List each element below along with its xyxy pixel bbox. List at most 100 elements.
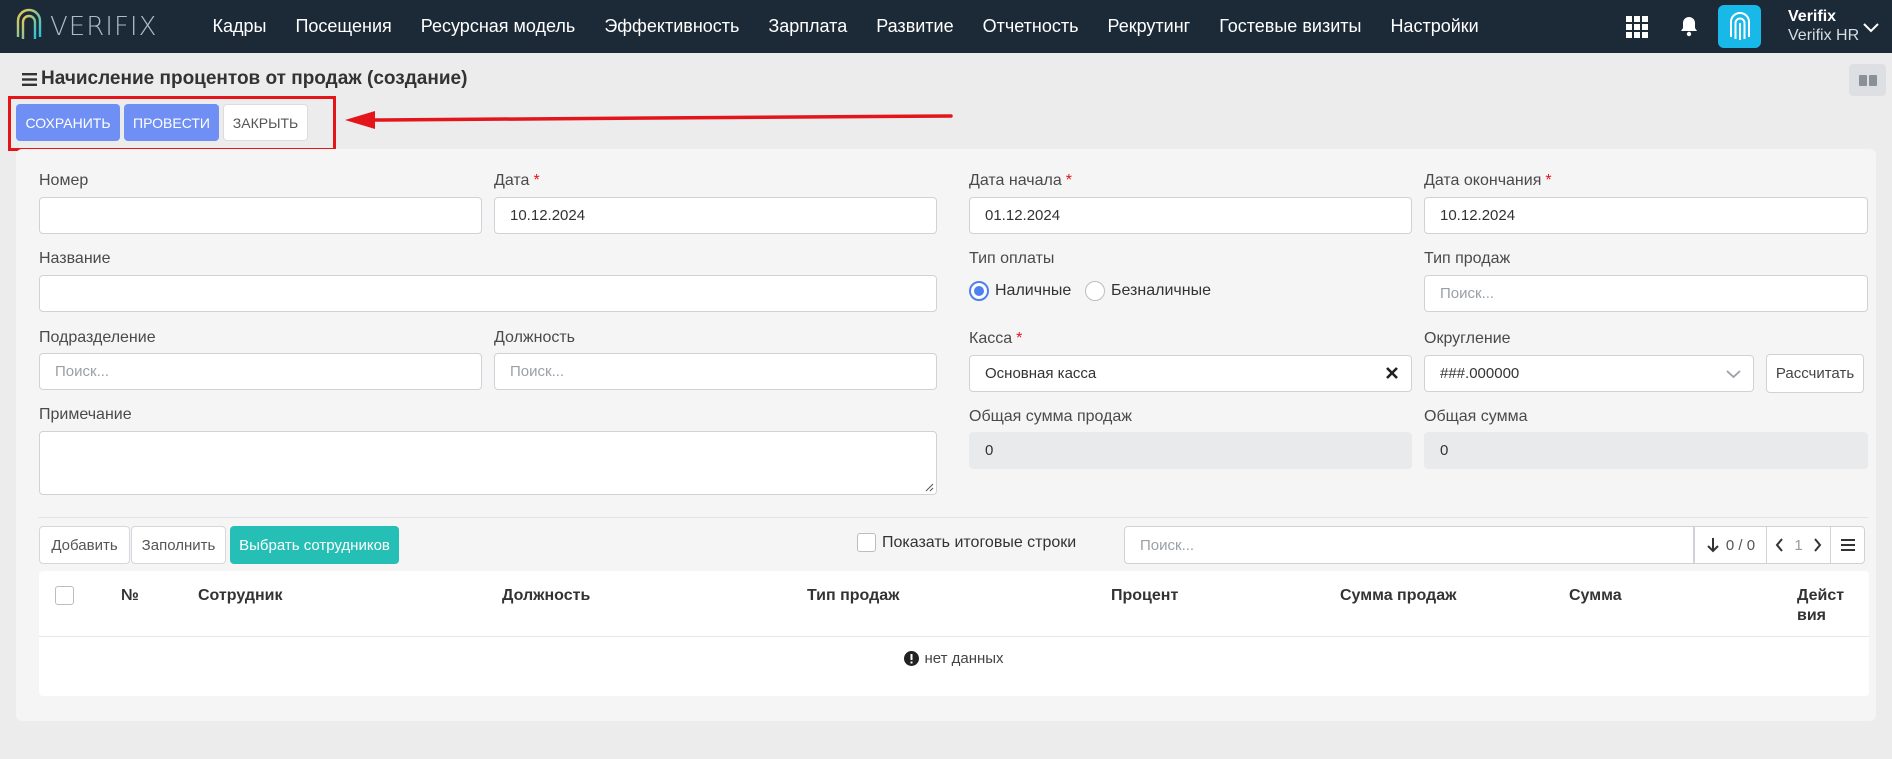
radio-cashless[interactable] — [1085, 281, 1105, 301]
date-end-input[interactable]: 10.12.2024 — [1424, 197, 1868, 234]
number-input[interactable] — [39, 197, 482, 234]
nav-item-resource-model[interactable]: Ресурсная модель — [406, 0, 590, 53]
radio-cash-label[interactable]: Наличные — [995, 282, 1071, 300]
total-sales-label: Общая сумма продаж — [969, 408, 1132, 425]
user-company: Verifix HR — [1788, 27, 1860, 44]
sales-type-input[interactable]: Поиск... — [1424, 275, 1868, 312]
nav-item-settings[interactable]: Настройки — [1376, 0, 1493, 53]
empty-state-text: нет данных — [924, 650, 1004, 667]
number-label: Номер — [39, 172, 89, 189]
note-label: Примечание — [39, 406, 132, 423]
radio-cash[interactable] — [969, 281, 989, 301]
nav-item-reports[interactable]: Отчетность — [968, 0, 1093, 53]
nav-item-development[interactable]: Развитие — [862, 0, 968, 53]
total-sales-value: 0 — [969, 432, 1412, 469]
grid-pager: 0 / 0 1 — [1694, 526, 1865, 564]
cashbox-label: Касса * — [969, 330, 1023, 347]
rounding-label: Округление — [1424, 330, 1511, 347]
name-input[interactable] — [39, 275, 937, 312]
close-button[interactable]: ЗАКРЫТЬ — [223, 104, 308, 141]
grid-search-input[interactable]: Поиск... — [1124, 526, 1694, 564]
logo[interactable]: VERIFIX — [14, 7, 174, 47]
post-button[interactable]: ПРОВЕСТИ — [124, 104, 219, 141]
chevron-right-icon[interactable] — [1813, 538, 1822, 552]
name-label: Название — [39, 250, 111, 267]
page-number[interactable]: 1 — [1794, 537, 1802, 554]
clear-icon[interactable] — [1385, 366, 1399, 380]
page-header: Начисление процентов от продаж (создание… — [22, 68, 467, 90]
radio-cashless-label[interactable]: Безналичные — [1111, 282, 1211, 300]
nav-item-salary[interactable]: Зарплата — [754, 0, 862, 53]
arrow-down-icon — [1707, 538, 1719, 553]
page-nav: 1 — [1766, 527, 1830, 563]
bell-icon[interactable] — [1677, 14, 1701, 38]
cashbox-select[interactable]: Основная касса — [969, 355, 1412, 392]
date-start-input[interactable]: 01.12.2024 — [969, 197, 1412, 234]
date-start-label: Дата начала * — [969, 172, 1072, 189]
rounding-value: ###.000000 — [1440, 365, 1520, 382]
list-menu-icon — [1840, 539, 1855, 551]
chevron-down-icon[interactable] — [1726, 369, 1741, 379]
fingerprint-logo-icon — [16, 8, 42, 41]
column-header-employee[interactable]: Сотрудник — [198, 586, 283, 606]
column-header-sales-sum[interactable]: Сумма продаж — [1340, 586, 1456, 606]
columns-menu-button[interactable] — [1830, 527, 1864, 563]
chevron-left-icon[interactable] — [1775, 538, 1784, 552]
page-title: Начисление процентов от продаж (создание… — [41, 68, 468, 89]
payment-type-label: Тип оплаты — [969, 250, 1055, 267]
divider — [38, 517, 1868, 518]
payment-cash-option[interactable]: Наличные — [969, 281, 1071, 301]
empty-state: нет данных — [39, 650, 1869, 667]
nav-item-kadry[interactable]: Кадры — [198, 0, 281, 53]
show-totals-checkbox[interactable] — [857, 533, 876, 552]
date-input[interactable]: 10.12.2024 — [494, 197, 937, 234]
show-totals-toggle[interactable]: Показать итоговые строки — [857, 533, 1076, 552]
column-header-sum[interactable]: Сумма — [1569, 586, 1622, 606]
main-nav: Кадры Посещения Ресурсная модель Эффекти… — [198, 0, 1493, 53]
fingerprint-icon — [1729, 11, 1750, 40]
column-header-actions[interactable]: Дейст вия — [1797, 586, 1851, 626]
show-totals-label[interactable]: Показать итоговые строки — [882, 534, 1076, 552]
cashbox-value: Основная касса — [985, 365, 1097, 382]
nav-item-attendance[interactable]: Посещения — [281, 0, 406, 53]
top-navbar: VERIFIX Кадры Посещения Ресурсная модель… — [0, 0, 1892, 53]
view-toggle-button[interactable] — [1849, 64, 1886, 96]
table-header-divider — [39, 636, 1869, 637]
column-header-number[interactable]: № — [121, 586, 139, 606]
column-header-sales-type[interactable]: Тип продаж — [807, 586, 900, 606]
sort-count[interactable]: 0 / 0 — [1694, 527, 1766, 563]
chevron-down-icon[interactable] — [1862, 22, 1880, 34]
column-header-percent[interactable]: Процент — [1111, 586, 1178, 606]
note-textarea[interactable] — [39, 431, 937, 495]
rounding-select[interactable]: ###.000000 — [1424, 355, 1754, 392]
payment-cashless-option[interactable]: Безналичные — [1085, 281, 1211, 301]
position-input[interactable]: Поиск... — [494, 353, 937, 390]
division-input[interactable]: Поиск... — [39, 353, 482, 390]
position-label: Должность — [494, 329, 575, 346]
action-bar: СОХРАНИТЬ ПРОВЕСТИ ЗАКРЫТЬ — [16, 104, 308, 141]
sales-type-label: Тип продаж — [1424, 250, 1511, 267]
nav-item-efficiency[interactable]: Эффективность — [590, 0, 754, 53]
nav-item-guest-visits[interactable]: Гостевые визиты — [1205, 0, 1376, 53]
menu-icon[interactable] — [22, 72, 37, 86]
apps-grid-icon[interactable] — [1626, 16, 1648, 38]
select-employees-button[interactable]: Выбрать сотрудников — [230, 526, 399, 564]
avatar[interactable] — [1718, 5, 1761, 48]
user-name: Verifix — [1788, 8, 1837, 25]
annotation-arrow-icon — [345, 111, 953, 129]
brand-name: VERIFIX — [50, 11, 158, 42]
info-icon — [904, 651, 920, 666]
nav-item-recruiting[interactable]: Рекрутинг — [1093, 0, 1205, 53]
record-count: 0 / 0 — [1725, 536, 1756, 554]
save-button[interactable]: СОХРАНИТЬ — [16, 104, 120, 141]
fill-button[interactable]: Заполнить — [131, 526, 226, 564]
id-card-icon — [1858, 74, 1877, 86]
date-end-label: Дата окончания * — [1424, 172, 1552, 189]
user-menu[interactable]: Verifix Verifix HR — [1788, 7, 1859, 46]
column-header-position[interactable]: Должность — [502, 586, 590, 606]
calculate-button[interactable]: Рассчитать — [1766, 354, 1864, 393]
form-card: Номер Дата * 10.12.2024 Дата начала * 01.1… — [16, 149, 1876, 721]
add-button[interactable]: Добавить — [39, 526, 130, 564]
select-all-checkbox[interactable] — [55, 586, 74, 605]
resize-handle-icon[interactable] — [925, 483, 934, 492]
